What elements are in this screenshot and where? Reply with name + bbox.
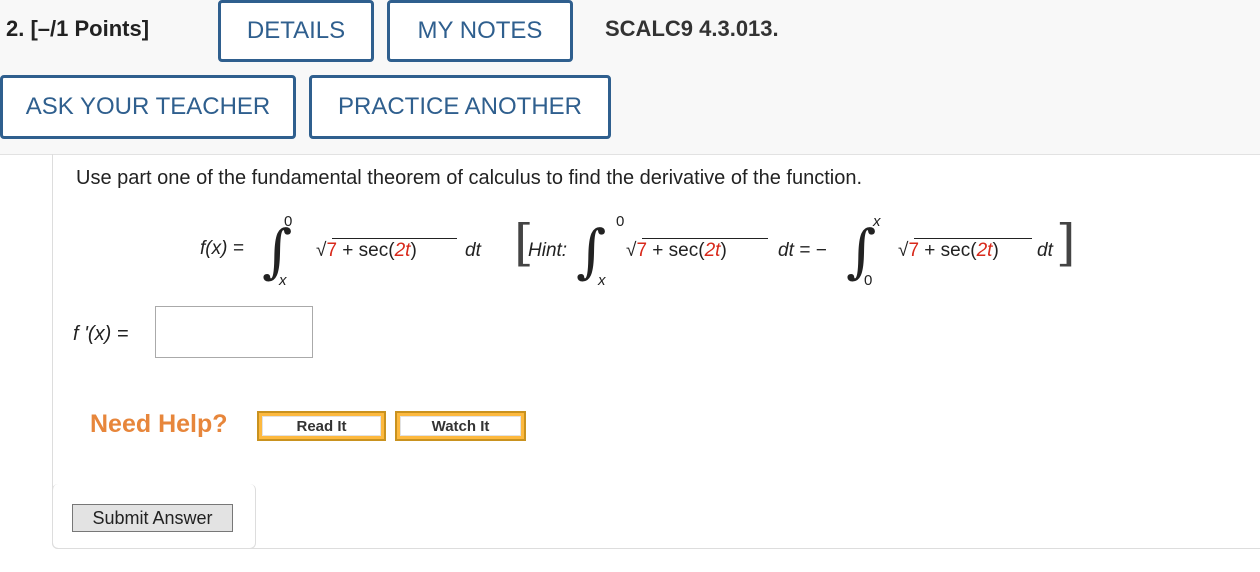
read-it-label: Read It	[262, 416, 381, 436]
hint-integrand-close: )	[720, 240, 727, 261]
integrand-close: )	[410, 240, 417, 261]
sqrt-overline	[332, 238, 457, 239]
hint-upper-limit-2: x	[873, 213, 881, 230]
hint-integrand-sec-2: + sec(	[919, 240, 977, 261]
hint-equals: dt = −	[778, 240, 827, 261]
problem-prompt: Use part one of the fundamental theorem …	[76, 167, 863, 189]
integrand-coefficient: 2t	[394, 240, 411, 261]
read-it-button[interactable]: Read It	[257, 411, 386, 441]
integral-lower-limit: x	[279, 272, 287, 289]
my-notes-button[interactable]: MY NOTES	[387, 0, 573, 62]
sqrt-expression: √7 + sec(2t)	[316, 240, 417, 262]
hint-integrand-constant-2: 7	[908, 240, 920, 261]
watch-it-label: Watch It	[400, 416, 521, 436]
dt-label: dt	[465, 240, 481, 261]
hint-integrand-coefficient: 2t	[704, 240, 721, 261]
hint-sqrt-overline-2	[914, 238, 1032, 239]
right-bracket: ]	[1056, 214, 1076, 272]
integrand-sec: + sec(	[337, 240, 395, 261]
hint-label: Hint:	[528, 240, 568, 261]
ask-your-teacher-button[interactable]: ASK YOUR TEACHER	[0, 75, 296, 139]
hint-lower-limit-2: 0	[864, 272, 873, 289]
sqrt-icon: √	[316, 240, 327, 261]
hint-upper-limit: 0	[616, 213, 625, 230]
integrand-constant: 7	[326, 240, 338, 261]
watch-it-button[interactable]: Watch It	[395, 411, 526, 441]
hint-lower-limit: x	[598, 272, 606, 289]
details-button[interactable]: DETAILS	[218, 0, 374, 62]
hint-integrand-constant: 7	[636, 240, 648, 261]
hint-integrand-coefficient-2: 2t	[976, 240, 993, 261]
answer-input[interactable]	[155, 306, 313, 358]
answer-label: f '(x) =	[73, 323, 129, 345]
hint-dt-label: dt	[1037, 240, 1053, 261]
question-points-label: 2. [–/1 Points]	[6, 16, 150, 41]
hint-sqrt-expression-2: √7 + sec(2t)	[898, 240, 999, 262]
need-help-label: Need Help?	[90, 410, 228, 438]
function-lhs: f(x) =	[200, 238, 244, 259]
submit-answer-button[interactable]: Submit Answer	[72, 504, 233, 532]
sqrt-icon: √	[626, 240, 637, 261]
sqrt-icon: √	[898, 240, 909, 261]
hint-sqrt-overline	[642, 238, 768, 239]
hint-integrand-sec: + sec(	[647, 240, 705, 261]
hint-sqrt-expression: √7 + sec(2t)	[626, 240, 727, 262]
integral-sign: ∫	[262, 217, 293, 285]
practice-another-button[interactable]: PRACTICE ANOTHER	[309, 75, 611, 139]
integral-upper-limit: 0	[284, 213, 293, 230]
hint-integrand-close-2: )	[992, 240, 999, 261]
question-header: 2. [–/1 Points] DETAILS MY NOTES SCALC9 …	[0, 0, 1260, 155]
question-id: SCALC9 4.3.013.	[605, 16, 779, 41]
